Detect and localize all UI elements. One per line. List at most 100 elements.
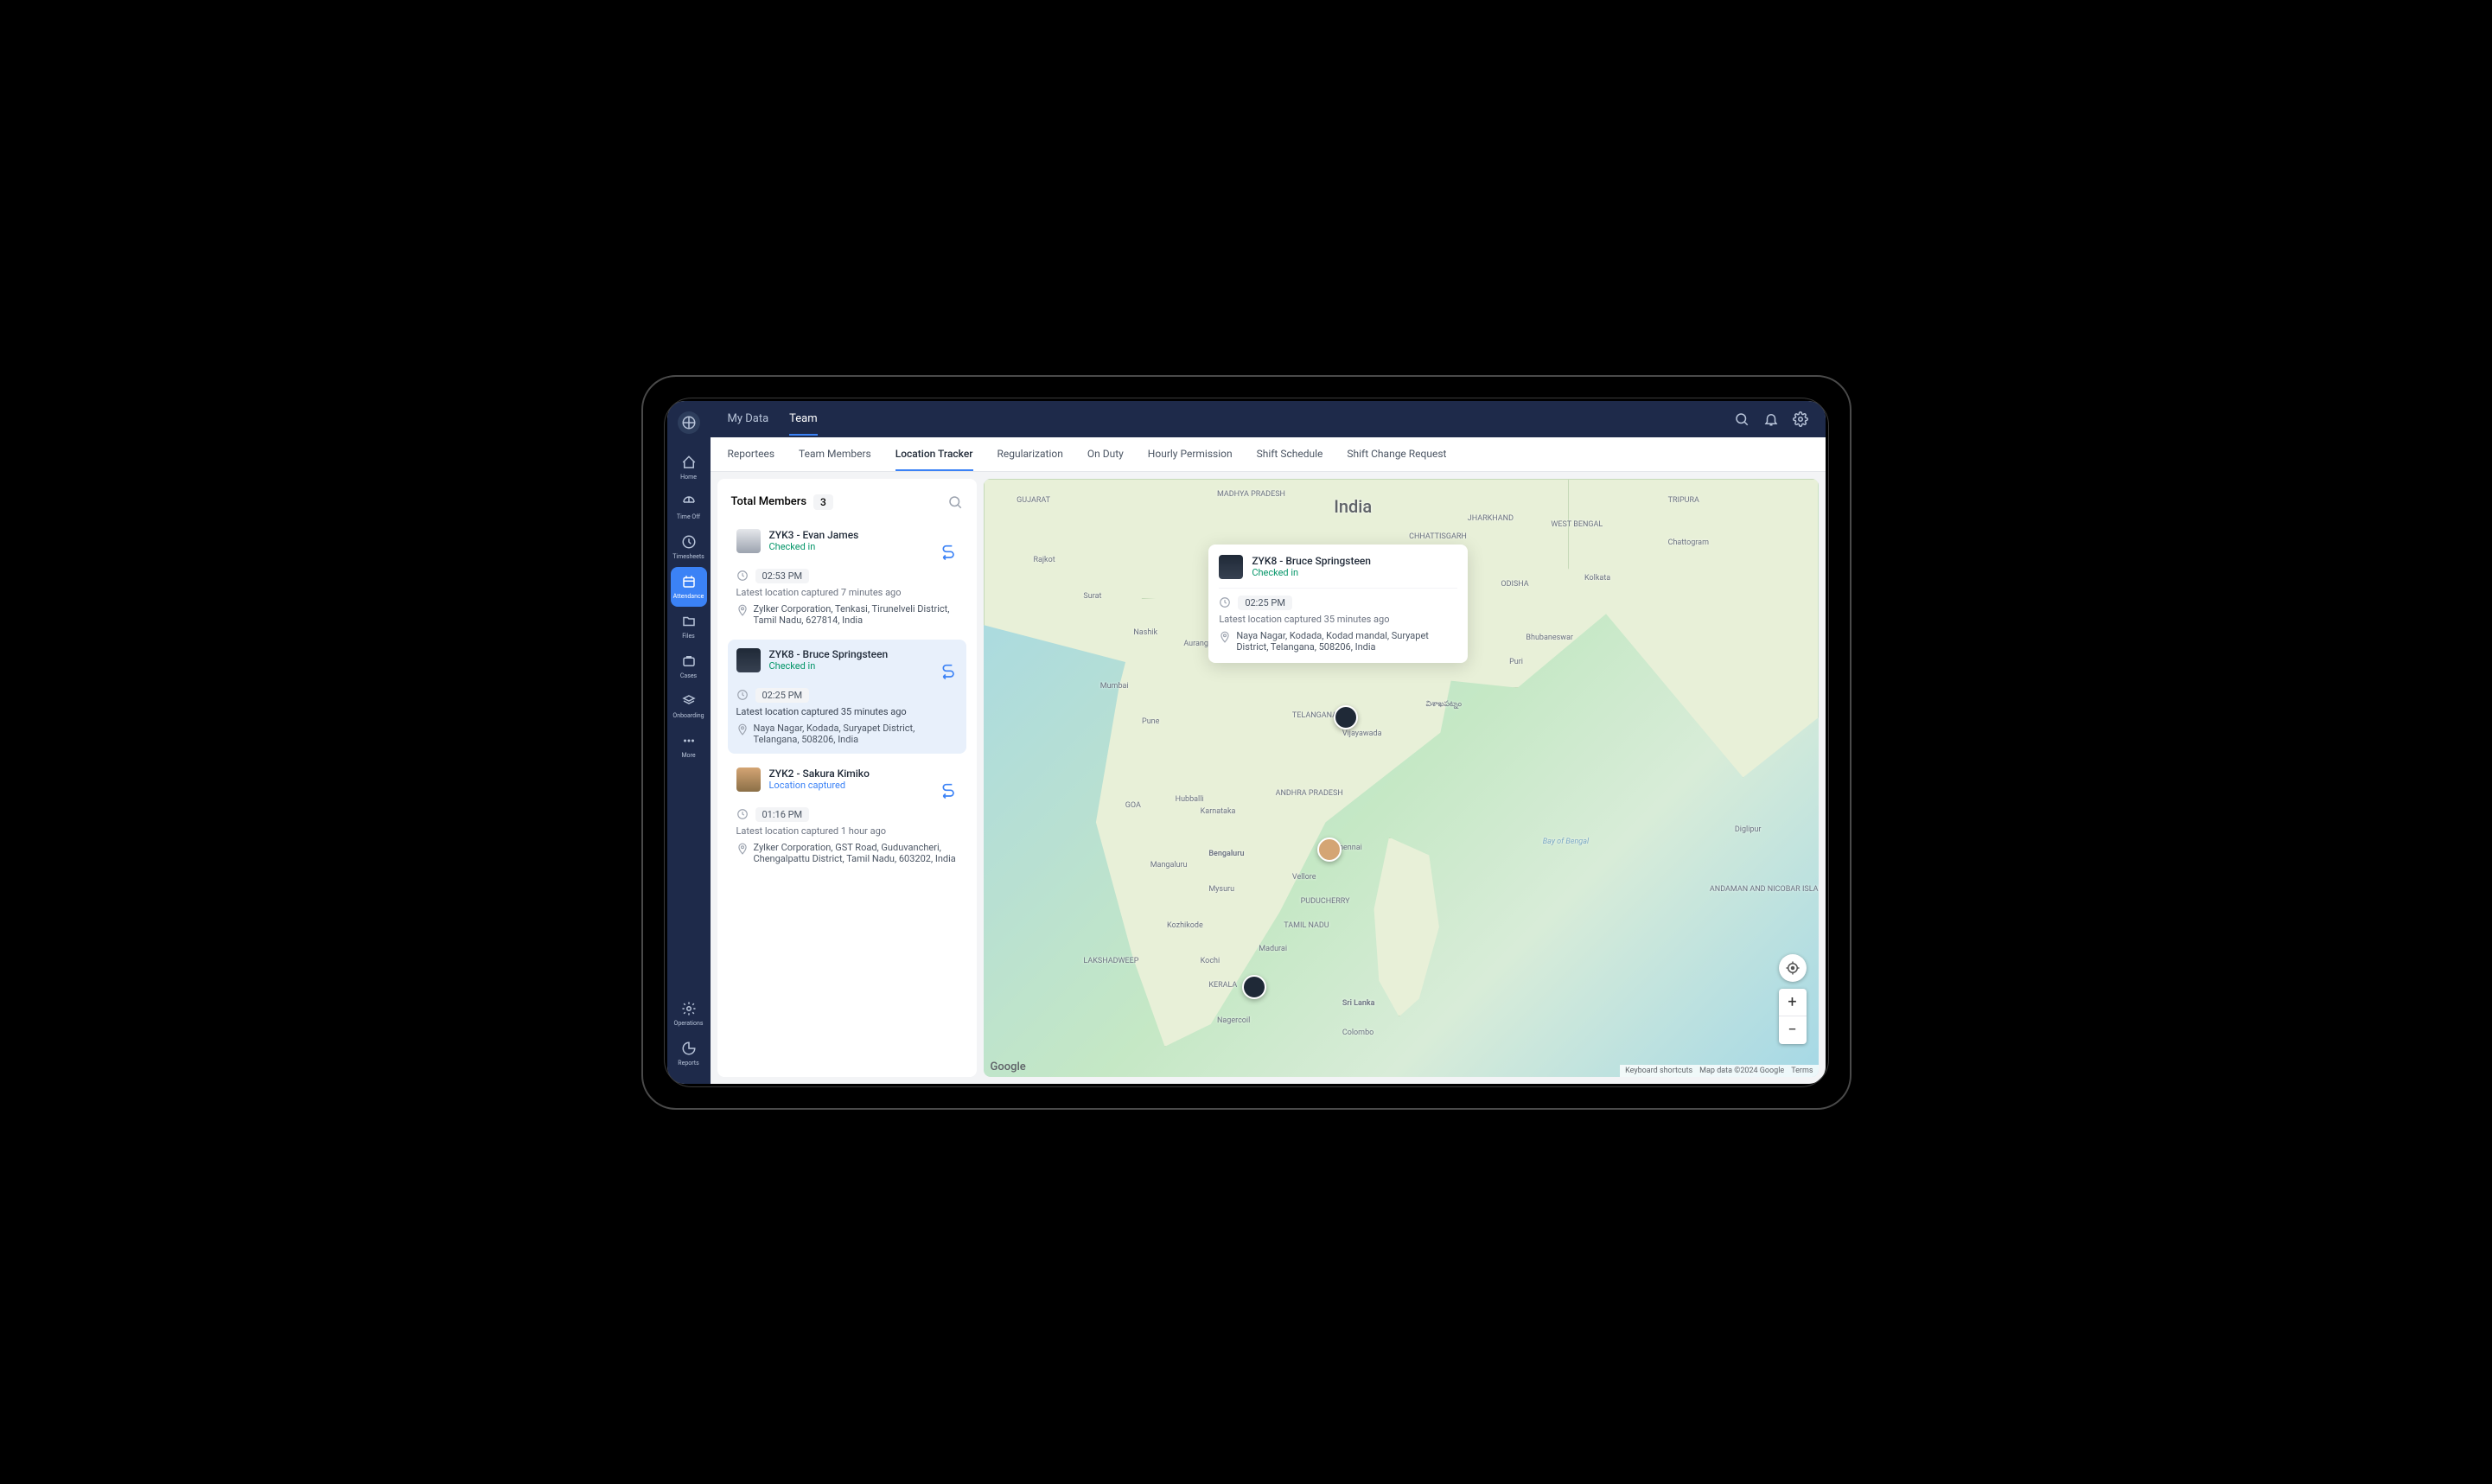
member-card[interactable]: ZYK2 - Sakura Kimiko Location captured 0…	[728, 759, 966, 873]
topbar: My Data Team	[711, 401, 1826, 437]
subtab-shift-change[interactable]: Shift Change Request	[1347, 437, 1446, 470]
map-label: PUDUCHERRY	[1301, 897, 1350, 906]
map-label: Sri Lanka	[1342, 999, 1375, 1008]
map-pin[interactable]	[1242, 975, 1266, 999]
avatar	[736, 767, 761, 792]
subtab-team-members[interactable]: Team Members	[799, 437, 871, 470]
nav-label: More	[681, 752, 695, 759]
time-chip: 02:25 PM	[755, 688, 810, 703]
nav-label: Reports	[678, 1060, 698, 1067]
search-icon[interactable]	[947, 494, 963, 510]
members-count: 3	[813, 494, 833, 510]
nav-label: Onboarding	[672, 712, 704, 719]
avatar	[736, 529, 761, 553]
locate-button[interactable]	[1779, 954, 1807, 982]
map-label: Nashik	[1133, 628, 1157, 637]
device-frame: Home Time Off Timesheets Attendance File…	[641, 375, 1851, 1110]
member-status: Checked in	[769, 660, 932, 672]
clock-icon	[736, 689, 749, 701]
member-card[interactable]: ZYK8 - Bruce Springsteen Checked in 02:2…	[728, 640, 966, 754]
member-name: ZYK3 - Evan James	[769, 529, 932, 541]
route-icon[interactable]	[940, 783, 958, 800]
route-icon[interactable]	[940, 664, 958, 681]
map-label: WEST BENGAL	[1551, 520, 1603, 529]
address: Zylker Corporation, GST Road, Guduvanche…	[754, 842, 958, 864]
clock-icon	[736, 570, 749, 582]
nav-onboarding[interactable]: Onboarding	[667, 686, 711, 726]
map-label: Puri	[1509, 658, 1523, 666]
search-icon[interactable]	[1734, 411, 1749, 427]
map-label: Kochi	[1201, 957, 1221, 965]
subtab-reportees[interactable]: Reportees	[728, 437, 775, 470]
map-label: Surat	[1083, 592, 1101, 601]
nav-label: Cases	[680, 672, 697, 679]
nav-label: Operations	[674, 1020, 704, 1027]
map-label: Vellore	[1292, 873, 1316, 882]
map-label: విశాఖపట్నం	[1425, 700, 1462, 710]
subtab-on-duty[interactable]: On Duty	[1087, 437, 1124, 470]
route-icon[interactable]	[940, 545, 958, 562]
nav-label: Attendance	[673, 593, 704, 600]
address: Naya Nagar, Kodada, Suryapet District, T…	[754, 723, 958, 745]
bell-icon[interactable]	[1763, 411, 1779, 427]
latest-text: Latest location captured 7 minutes ago	[736, 587, 958, 598]
address: Zylker Corporation, Tenkasi, Tirunelveli…	[754, 603, 958, 626]
screen: Home Time Off Timesheets Attendance File…	[667, 401, 1826, 1084]
map-title: India	[1334, 496, 1372, 517]
map-label: Vijayawada	[1342, 729, 1382, 738]
map-pin[interactable]	[1317, 838, 1342, 862]
map-label: Hubballi	[1176, 795, 1204, 804]
map-label: Bengaluru	[1208, 850, 1244, 858]
map-label: Mangaluru	[1150, 861, 1188, 869]
map-label: Diglipur	[1735, 825, 1762, 834]
terms-link[interactable]: Terms	[1791, 1067, 1813, 1075]
google-logo: Google	[991, 1060, 1026, 1073]
nav-label: Files	[682, 633, 695, 640]
popup-address: Naya Nagar, Kodada, Kodad mandal, Suryap…	[1236, 630, 1457, 653]
clock-icon	[736, 808, 749, 820]
zoom-in-button[interactable]: +	[1779, 989, 1807, 1016]
nav-label: Timesheets	[672, 553, 704, 560]
zoom-out-button[interactable]: −	[1779, 1016, 1807, 1044]
tab-team[interactable]: Team	[789, 402, 818, 436]
map-label: MADHYA PRADESH	[1217, 490, 1285, 499]
map-label: Karnataka	[1201, 807, 1236, 816]
nav-timeoff[interactable]: Time Off	[667, 487, 711, 527]
map-label: JHARKHAND	[1468, 514, 1514, 523]
member-name: ZYK8 - Bruce Springsteen	[769, 648, 932, 660]
gear-icon[interactable]	[1793, 411, 1808, 427]
nav-home[interactable]: Home	[667, 448, 711, 487]
map-label: Mumbai	[1100, 682, 1129, 691]
map-popup: ZYK8 - Bruce Springsteen Checked in 02:2…	[1208, 545, 1468, 663]
sidebar: Home Time Off Timesheets Attendance File…	[667, 401, 711, 1084]
members-title: Total Members	[731, 495, 807, 508]
subtab-regularization[interactable]: Regularization	[997, 437, 1063, 470]
subtab-hourly-permission[interactable]: Hourly Permission	[1148, 437, 1233, 470]
nav-files[interactable]: Files	[667, 607, 711, 646]
map-label: TAMIL NADU	[1284, 921, 1329, 930]
nav-cases[interactable]: Cases	[667, 646, 711, 686]
nav-reports[interactable]: Reports	[667, 1034, 711, 1073]
shortcuts-link[interactable]: Keyboard shortcuts	[1625, 1067, 1692, 1075]
subtab-location-tracker[interactable]: Location Tracker	[895, 437, 973, 470]
app-logo[interactable]	[678, 411, 700, 434]
map-label: Bay of Bengal	[1543, 838, 1589, 846]
popup-name: ZYK8 - Bruce Springsteen	[1252, 555, 1457, 567]
nav-more[interactable]: More	[667, 726, 711, 766]
nav-attendance[interactable]: Attendance	[671, 567, 707, 607]
nav-label: Time Off	[677, 513, 700, 520]
nav-timesheets[interactable]: Timesheets	[667, 527, 711, 567]
map-label: KERALA	[1208, 981, 1237, 990]
map-label: Kolkata	[1584, 574, 1610, 583]
map-label: TRIPURA	[1668, 496, 1699, 505]
member-card[interactable]: ZYK3 - Evan James Checked in 02:53 PM La…	[728, 520, 966, 634]
map-label: ANDHRA PRADESH	[1276, 789, 1343, 798]
map-label: Nagercoil	[1217, 1016, 1250, 1025]
map[interactable]: India GUJARAT MADHYA PRADESH Rajkot Sura…	[984, 479, 1819, 1077]
nav-operations[interactable]: Operations	[667, 994, 711, 1034]
pin-icon	[736, 843, 749, 855]
map-label: Rajkot	[1033, 556, 1055, 564]
subtab-shift-schedule[interactable]: Shift Schedule	[1257, 437, 1323, 470]
tab-mydata[interactable]: My Data	[728, 402, 769, 436]
map-label: Chattogram	[1668, 538, 1709, 547]
